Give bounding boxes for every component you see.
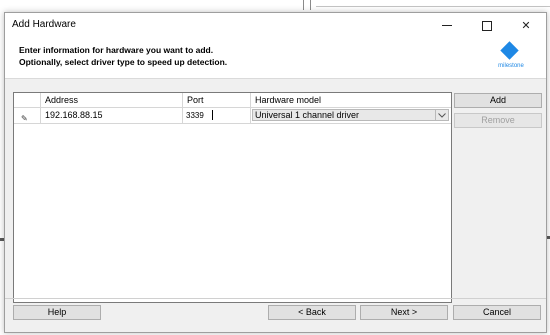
address-cell[interactable]: 192.168.88.15 <box>41 108 183 123</box>
chevron-down-icon[interactable] <box>435 110 448 120</box>
maximize-button[interactable] <box>467 13 507 38</box>
next-button[interactable]: Next > <box>360 305 448 320</box>
close-button[interactable]: ✕ <box>506 13 546 38</box>
hardware-model-cell[interactable]: Universal 1 channel driver <box>251 108 451 123</box>
help-button[interactable]: Help <box>13 305 101 320</box>
instruction-line-1: Enter information for hardware you want … <box>19 45 214 55</box>
column-header-address[interactable]: Address <box>41 93 183 107</box>
column-header-hardware-model[interactable]: Hardware model <box>251 93 451 107</box>
column-header-port[interactable]: Port <box>183 93 251 107</box>
close-icon: ✕ <box>521 20 531 32</box>
column-header-selector <box>14 93 41 107</box>
background-separator <box>310 0 311 10</box>
logo-text: milestone <box>498 63 524 69</box>
port-cell[interactable] <box>183 108 251 123</box>
footer-divider <box>5 298 546 299</box>
hardware-model-select[interactable]: Universal 1 channel driver <box>252 109 449 121</box>
background-row-line <box>316 6 550 7</box>
hardware-model-value: Universal 1 channel driver <box>255 110 360 120</box>
instruction-header: Enter information for hardware you want … <box>5 38 546 79</box>
background-separator <box>303 0 304 10</box>
instruction-line-2: Optionally, select driver type to speed … <box>19 57 228 67</box>
title-bar: Add Hardware ✕ <box>5 13 546 38</box>
milestone-logo: milestone <box>489 41 533 76</box>
logo-diamond-icon <box>500 41 519 60</box>
hardware-grid: Address Port Hardware model ✎ 192.168.88… <box>13 92 452 303</box>
grid-header: Address Port Hardware model <box>14 93 451 108</box>
port-input[interactable] <box>184 109 250 121</box>
cancel-button[interactable]: Cancel <box>453 305 541 320</box>
row-selector[interactable]: ✎ <box>14 108 41 123</box>
add-button[interactable]: Add <box>454 93 542 108</box>
text-caret <box>212 110 213 120</box>
maximize-icon <box>482 20 492 31</box>
remove-button[interactable]: Remove <box>454 113 542 128</box>
back-button[interactable]: < Back <box>268 305 356 320</box>
pencil-icon: ✎ <box>21 114 28 123</box>
dialog-title: Add Hardware <box>12 19 76 30</box>
background-window-strip <box>0 0 550 10</box>
table-row[interactable]: ✎ 192.168.88.15 Universal 1 channel driv… <box>14 108 451 124</box>
add-hardware-dialog: Add Hardware ✕ Enter information for har… <box>4 12 547 333</box>
minimize-button[interactable] <box>427 13 467 38</box>
minimize-icon <box>442 25 452 26</box>
